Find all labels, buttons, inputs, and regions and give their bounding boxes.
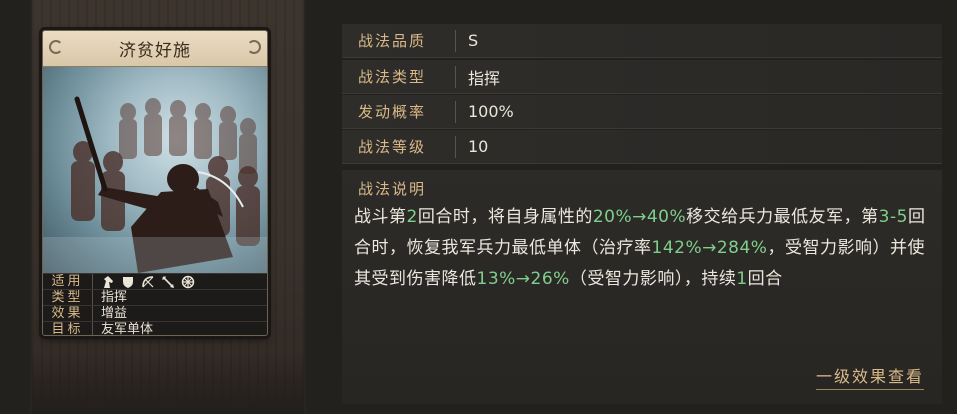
tactic-card: 济贫好施 适用 类型 指挥 效果 增益 目标 友军单体 — [42, 30, 268, 336]
desc-highlight: 20%→40% — [592, 207, 687, 227]
attr-type-label: 类型 — [43, 290, 93, 305]
attr-row-applies: 适用 — [43, 273, 267, 289]
quality-label: 战法品质 — [342, 29, 456, 52]
info-row-level: 战法等级 10 — [342, 130, 942, 164]
applies-icons — [93, 274, 195, 289]
desc-text-segment: 移交给兵力最低友军，第 — [686, 207, 879, 227]
attr-row-target: 目标 友军单体 — [43, 321, 267, 336]
desc-highlight: 142%→284% — [651, 238, 768, 258]
desc-text-segment: （受智力影响），持续 — [569, 269, 737, 289]
card-attributes: 适用 类型 指挥 效果 增益 目标 友军单体 — [43, 273, 267, 336]
attr-row-effect: 效果 增益 — [43, 305, 267, 321]
description-title: 战法说明 — [358, 180, 427, 198]
desc-highlight: 13%→26% — [476, 269, 570, 289]
type-label: 战法类型 — [342, 65, 456, 88]
cavalry-horse-icon — [104, 275, 113, 288]
spear-icon — [162, 275, 174, 288]
shield-infantry-icon — [123, 276, 133, 288]
scroll-ornament-icon — [247, 40, 261, 54]
attr-target-value: 友军单体 — [101, 321, 154, 336]
attr-type-value: 指挥 — [101, 289, 128, 305]
desc-text-segment: 回合 — [747, 269, 783, 289]
info-row-rate: 发动概率 100% — [342, 95, 942, 129]
scroll-ornament-icon — [49, 40, 63, 54]
attr-row-type: 类型 指挥 — [43, 289, 267, 305]
bow-archer-icon — [142, 275, 154, 287]
desc-highlight: 3-5 — [878, 207, 908, 227]
attr-effect-value: 增益 — [101, 305, 128, 321]
card-illustration — [43, 67, 267, 273]
desc-text-segment: 回合时，将自身属性的 — [417, 207, 593, 227]
desc-highlight: 2 — [406, 207, 418, 227]
desc-highlight: 1 — [736, 269, 748, 289]
card-title-bar: 济贫好施 — [43, 31, 267, 67]
chariot-wheel-icon — [181, 275, 195, 288]
info-row-type: 战法类型 指挥 — [342, 60, 942, 94]
card-title: 济贫好施 — [119, 41, 191, 61]
description-box: 战法说明 战斗第2回合时，将自身属性的20%→40%移交给兵力最低友军，第3-5… — [342, 170, 942, 404]
attr-effect-label: 效果 — [43, 306, 93, 321]
type-value: 指挥 — [468, 68, 501, 88]
level-label: 战法等级 — [342, 135, 456, 158]
info-row-quality: 战法品质 S — [342, 24, 942, 58]
quality-value: S — [468, 31, 479, 50]
rate-value: 100% — [468, 102, 514, 121]
attr-applies-label: 适用 — [43, 274, 93, 289]
attr-target-label: 目标 — [43, 322, 93, 335]
level-value: 10 — [468, 137, 489, 156]
description-text: 战斗第2回合时，将自身属性的20%→40%移交给兵力最低友军，第3-5回合时，恢… — [354, 202, 926, 295]
level1-effect-link[interactable]: 一级效果查看 — [815, 363, 924, 390]
desc-text-segment: 战斗第 — [354, 207, 407, 227]
rate-label: 发动概率 — [342, 100, 456, 123]
